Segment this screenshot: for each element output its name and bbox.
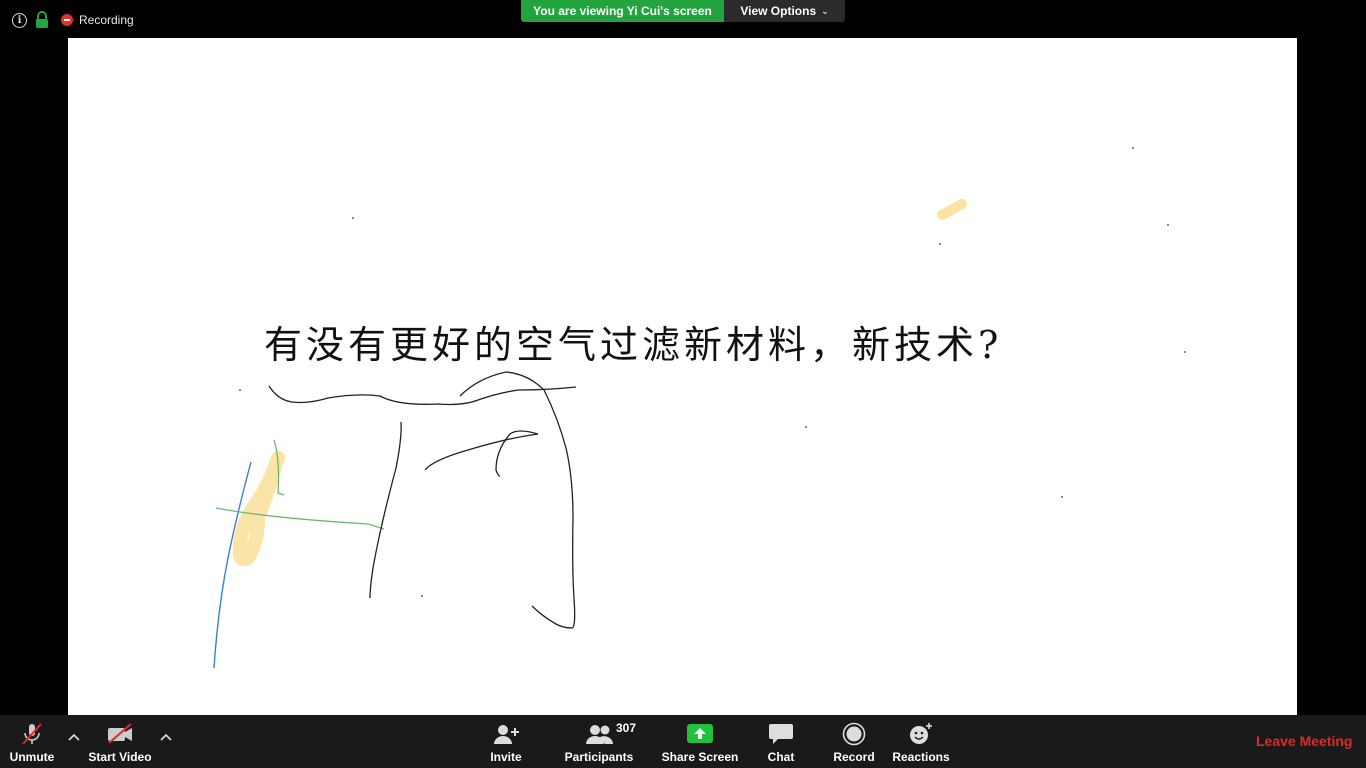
recording-label: Recording [79,13,134,27]
chat-button[interactable]: Chat [764,715,798,768]
chevron-up-icon [160,733,172,741]
meeting-status-bar: i Recording [12,10,134,30]
recording-indicator[interactable]: Recording [61,13,134,27]
video-options-caret[interactable] [157,729,175,745]
view-options-label: View Options [740,4,817,18]
pen-stroke-black [369,421,402,599]
start-video-label: Start Video [88,750,152,764]
share-screen-icon [685,722,715,746]
participants-icon [584,722,614,746]
shared-screen: 有没有更好的空气过滤新材料，新技术? [68,38,1297,715]
smiley-add-icon [906,722,936,746]
video-off-icon [105,722,135,746]
reactions-button[interactable]: Reactions [892,715,950,768]
pen-stroke-black [459,371,576,629]
recording-dot-icon [61,14,73,26]
share-screen-button[interactable]: Share Screen [661,715,739,768]
view-options-button[interactable]: View Options ⌄ [724,0,845,22]
unmute-label: Unmute [9,750,55,764]
encryption-lock-icon[interactable] [35,11,49,29]
muted-microphone-icon [17,722,47,746]
share-screen-label: Share Screen [661,750,739,764]
invite-label: Invite [490,750,522,764]
unmute-button[interactable]: Unmute [4,715,60,768]
chat-bubble-icon [766,722,796,746]
record-label: Record [833,750,875,764]
screen-share-banner: You are viewing Yi Cui's screen View Opt… [521,0,845,22]
annotation-drawings [213,147,1186,669]
chevron-up-icon [68,733,80,741]
meeting-toolbar: Unmute Start Video Invite Participants 3… [0,715,1366,768]
info-icon[interactable]: i [12,12,27,28]
highlight-stroke [232,451,285,567]
pen-stroke-black [424,433,539,471]
audio-options-caret[interactable] [65,729,83,745]
invite-button[interactable]: Invite [484,715,528,768]
chat-label: Chat [767,750,795,764]
start-video-button[interactable]: Start Video [88,715,152,768]
participants-count: 307 [616,721,637,735]
chevron-down-icon: ⌄ [821,5,829,16]
record-icon [839,722,869,746]
highlight-stroke [937,199,967,220]
record-button[interactable]: Record [832,715,876,768]
add-person-icon [491,722,521,746]
participants-label: Participants [564,750,634,764]
pen-stroke-black [268,385,577,406]
viewing-screen-label: You are viewing Yi Cui's screen [521,0,724,22]
leave-meeting-button[interactable]: Leave Meeting [1256,733,1352,749]
reactions-label: Reactions [892,750,950,764]
